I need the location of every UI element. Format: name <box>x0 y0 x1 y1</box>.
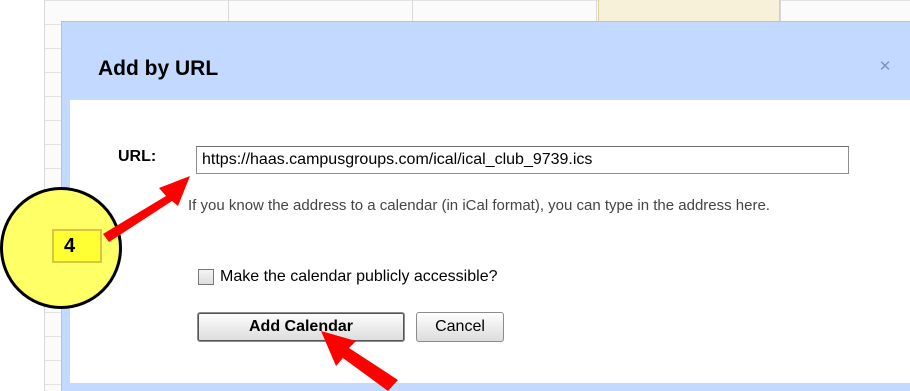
public-access-row: Make the calendar publicly accessible? <box>198 268 497 286</box>
calendar-today-highlight <box>598 0 780 22</box>
public-access-label[interactable]: Make the calendar publicly accessible? <box>220 268 497 286</box>
add-by-url-dialog: Add by URL ✕ URL: If you know the addres… <box>62 22 910 391</box>
url-label: URL: <box>118 148 157 165</box>
url-hint-text: If you know the address to a calendar (i… <box>188 197 770 214</box>
dialog-body: URL: If you know the address to a calend… <box>70 100 910 383</box>
public-access-checkbox[interactable] <box>198 269 214 285</box>
close-icon[interactable]: ✕ <box>878 59 892 74</box>
dialog-title-bar: Add by URL ✕ <box>62 22 910 100</box>
cancel-button[interactable]: Cancel <box>416 312 504 342</box>
step-number: 4 <box>52 229 102 263</box>
url-input[interactable] <box>196 146 849 174</box>
add-calendar-button[interactable]: Add Calendar <box>197 312 405 342</box>
dialog-title: Add by URL <box>98 57 219 80</box>
